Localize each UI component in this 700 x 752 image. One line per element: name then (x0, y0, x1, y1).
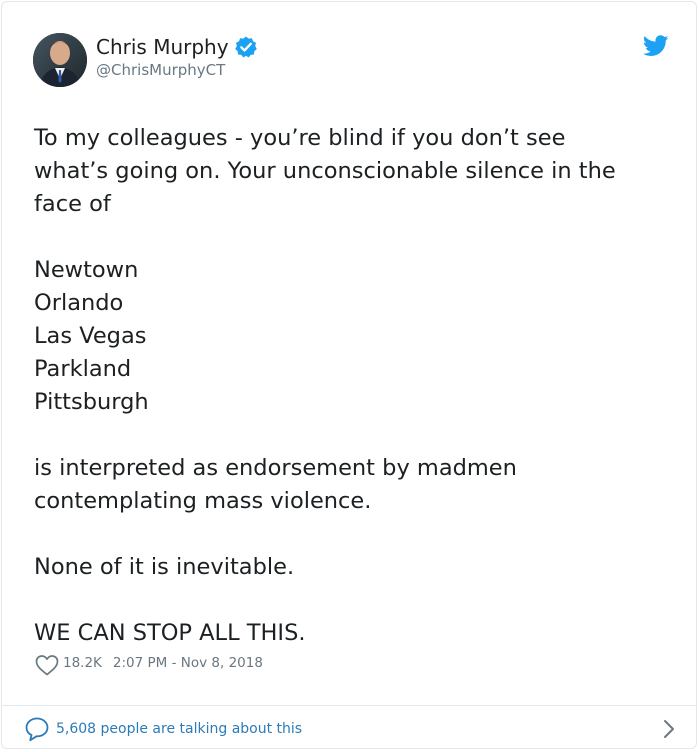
author-name-row[interactable]: Chris Murphy (96, 33, 258, 61)
verified-badge-icon (234, 35, 258, 59)
tweet-line: what’s going on. Your unconscionable sil… (34, 158, 616, 184)
author-name[interactable]: Chris Murphy (96, 33, 229, 61)
avatar[interactable] (33, 33, 87, 87)
tweet-line: To my colleagues - you’re blind if you d… (34, 125, 566, 151)
tweet-line: WE CAN STOP ALL THIS. (34, 620, 306, 646)
divider (2, 705, 696, 706)
talking-count[interactable]: 5,608 people are talking about this (56, 721, 302, 737)
tweet-line: Orlando (34, 290, 124, 316)
tweet-line: is interpreted as endorsement by madmen (34, 455, 517, 481)
author-handle[interactable]: @ChrisMurphyCT (96, 60, 225, 80)
tweet-meta: 18.2K 2:07 PM - Nov 8, 2018 (34, 652, 263, 677)
conversation-link[interactable]: 5,608 people are talking about this (24, 715, 676, 743)
tweet-card: Chris Murphy @ChrisMurphyCT To my collea… (1, 1, 697, 749)
speech-bubble-icon (24, 716, 50, 742)
like-count[interactable]: 18.2K (63, 655, 102, 671)
tweet-line: Las Vegas (34, 323, 147, 349)
tweet-line: Newtown (34, 257, 139, 283)
tweet-line: None of it is inevitable. (34, 554, 295, 580)
avatar-photo (33, 33, 87, 87)
tweet-timestamp[interactable]: 2:07 PM - Nov 8, 2018 (113, 655, 263, 671)
twitter-bird-icon[interactable] (642, 35, 669, 57)
tweet-text: To my colleagues - you’re blind if you d… (34, 122, 674, 650)
tweet-line: contemplating mass violence. (34, 488, 372, 514)
chevron-right-icon[interactable] (662, 718, 676, 740)
tweet-line: face of (34, 191, 111, 217)
heart-icon[interactable] (34, 653, 60, 677)
tweet-line: Parkland (34, 356, 132, 382)
tweet-line: Pittsburgh (34, 389, 149, 415)
